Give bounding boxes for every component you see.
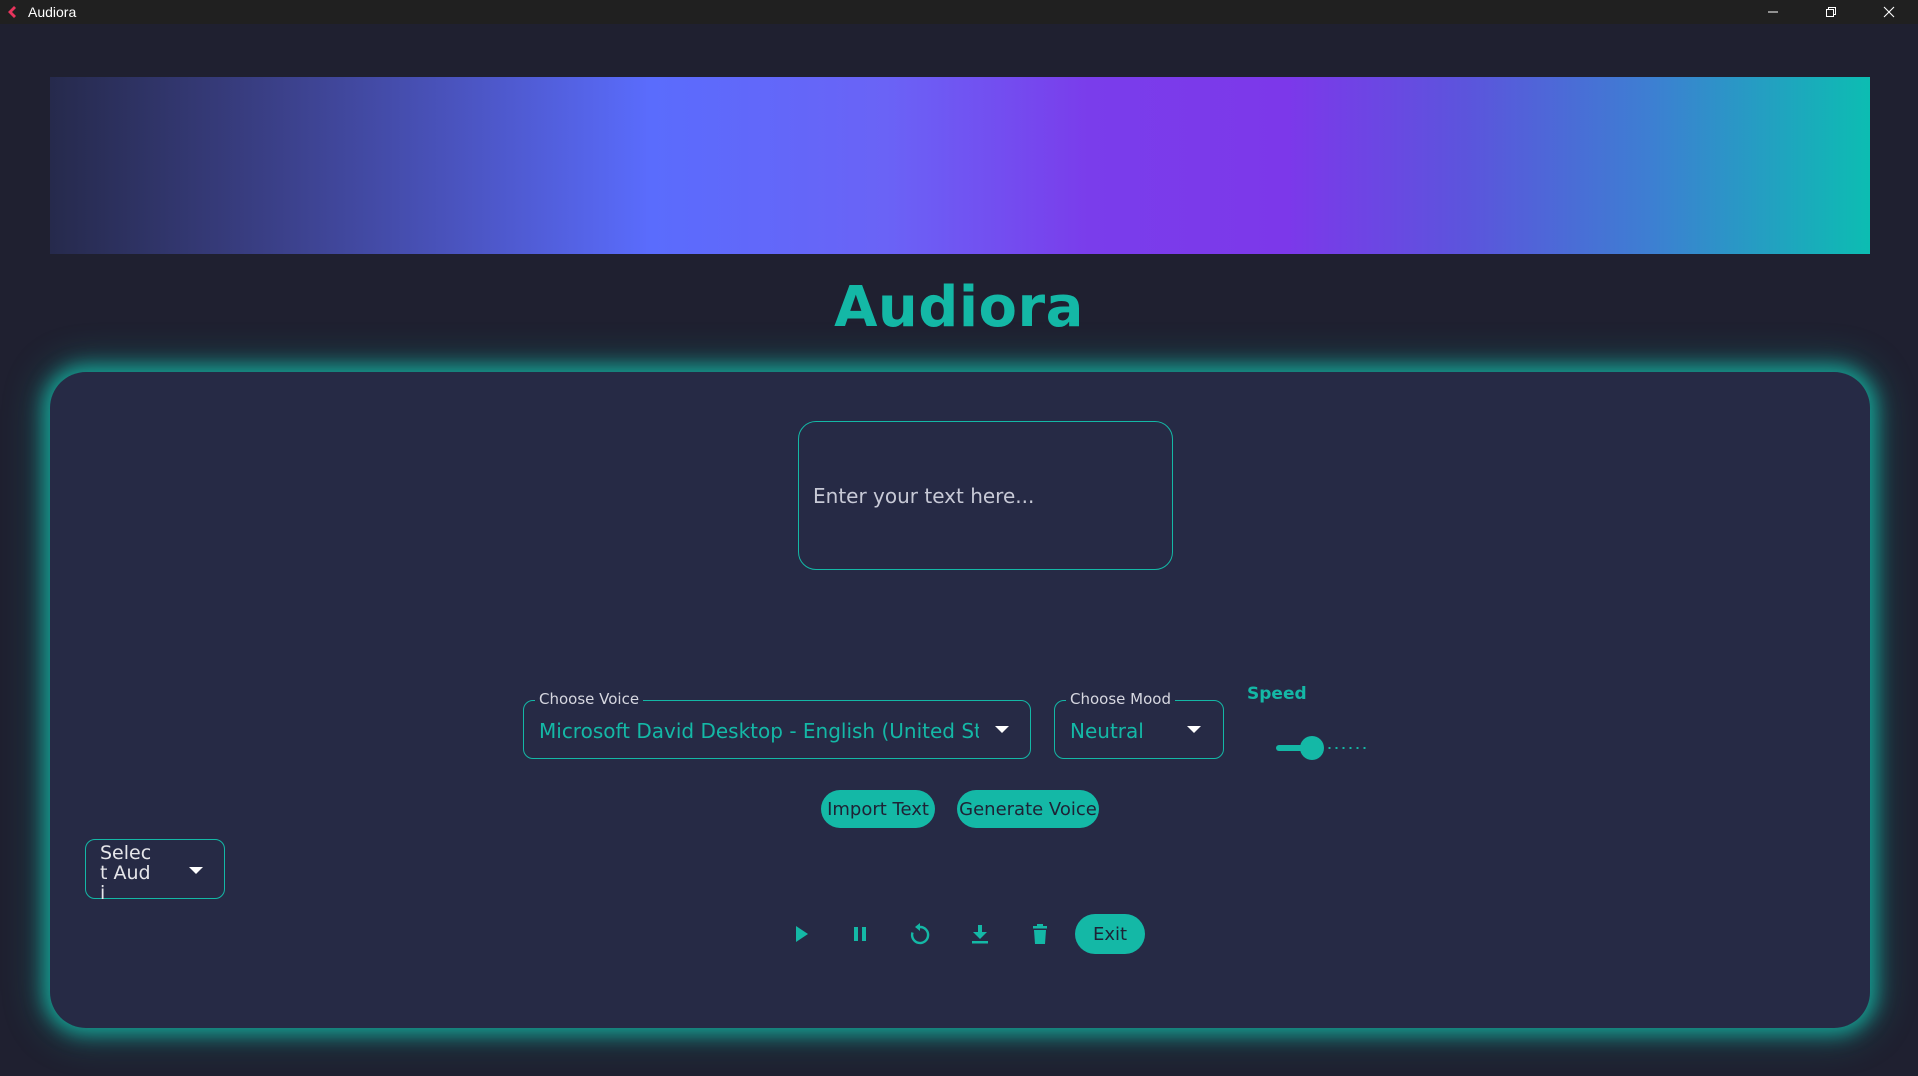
minimize-button[interactable]: [1744, 0, 1802, 24]
voice-dropdown-label: Choose Voice: [535, 690, 644, 708]
speed-label: Speed: [1247, 684, 1307, 704]
mood-dropdown-label: Choose Mood: [1066, 690, 1175, 708]
chevron-down-icon: [1187, 726, 1201, 733]
mood-dropdown[interactable]: Choose Mood Neutral: [1054, 690, 1224, 759]
chevron-down-icon: [995, 726, 1009, 733]
window-controls: [1744, 0, 1918, 24]
speed-slider-thumb[interactable]: [1300, 736, 1324, 760]
text-input[interactable]: Enter your text here...: [798, 421, 1173, 570]
replay-icon: [910, 923, 930, 945]
restore-icon: [1826, 7, 1836, 17]
window-titlebar: Audiora: [0, 0, 1918, 24]
delete-button[interactable]: [1020, 914, 1060, 954]
download-icon: [972, 925, 988, 944]
window-title: Audiora: [28, 4, 77, 20]
pause-icon: [854, 927, 866, 941]
close-button[interactable]: [1860, 0, 1918, 24]
restore-button[interactable]: [1802, 0, 1860, 24]
audio-select-dropdown[interactable]: Select Audi: [85, 839, 225, 903]
text-input-placeholder: Enter your text here...: [813, 483, 1035, 508]
voice-dropdown-value: Microsoft David Desktop - English (Unite…: [539, 719, 979, 743]
delete-icon: [1033, 924, 1047, 944]
play-icon: [796, 926, 808, 942]
voice-dropdown[interactable]: Choose Voice Microsoft David Desktop - E…: [523, 690, 1031, 759]
generate-voice-button[interactable]: Generate Voice: [957, 790, 1099, 828]
pause-button[interactable]: [840, 914, 880, 954]
close-icon: [1883, 6, 1895, 18]
header-banner: [50, 77, 1870, 254]
minimize-icon: [1768, 11, 1778, 13]
speed-slider[interactable]: [1276, 735, 1368, 761]
play-button[interactable]: [781, 914, 821, 954]
chevron-down-icon: [189, 867, 203, 874]
replay-button[interactable]: [900, 914, 940, 954]
app-logo-icon: [5, 5, 19, 19]
download-button[interactable]: [960, 914, 1000, 954]
app-title: Audiora: [834, 275, 1084, 340]
audio-select-value: Select Audi: [100, 842, 152, 904]
mood-dropdown-value: Neutral: [1070, 719, 1144, 743]
exit-button[interactable]: Exit: [1075, 914, 1145, 954]
import-text-button[interactable]: Import Text: [821, 790, 935, 828]
